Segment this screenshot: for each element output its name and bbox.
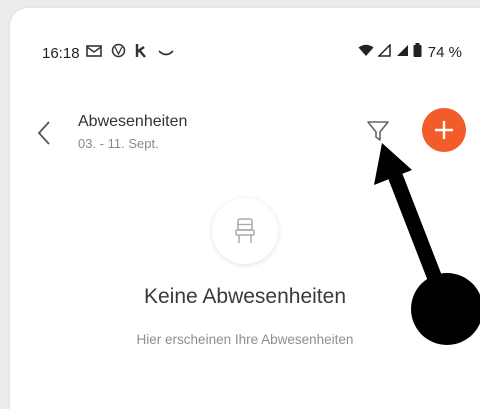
page-title: Abwesenheiten <box>78 113 188 130</box>
notification-icons <box>86 43 175 62</box>
plus-icon <box>435 121 453 139</box>
status-time: 16:18 <box>42 45 80 62</box>
back-button[interactable] <box>34 118 54 148</box>
vw-icon <box>111 43 126 62</box>
status-bar: 16:18 74 % <box>10 8 480 88</box>
smile-icon <box>157 44 175 62</box>
signal-icon-2 <box>396 44 409 62</box>
mail-icon <box>86 44 102 62</box>
empty-state-subtitle: Hier erscheinen Ihre Abwesenheiten <box>136 332 354 347</box>
battery-percent: 74 % <box>427 44 462 61</box>
k-icon <box>135 43 148 62</box>
app-screen: 16:18 74 % Abwesenheiten 03. - 11. Sept.… <box>10 8 480 409</box>
chair-icon <box>235 218 255 243</box>
battery-icon <box>413 43 422 62</box>
empty-state-icon <box>212 198 278 264</box>
filter-button[interactable] <box>365 116 391 144</box>
app-header: Abwesenheiten 03. - 11. Sept. <box>10 98 480 168</box>
empty-state-title: Keine Abwesenheiten <box>144 285 346 308</box>
filter-icon <box>367 121 389 141</box>
system-indicators: 74 % <box>358 42 462 62</box>
add-absence-button[interactable] <box>422 108 466 152</box>
chevron-left-icon <box>37 121 50 145</box>
wifi-icon <box>358 44 374 62</box>
signal-icon <box>376 42 392 62</box>
date-range: 03. - 11. Sept. <box>78 136 159 151</box>
